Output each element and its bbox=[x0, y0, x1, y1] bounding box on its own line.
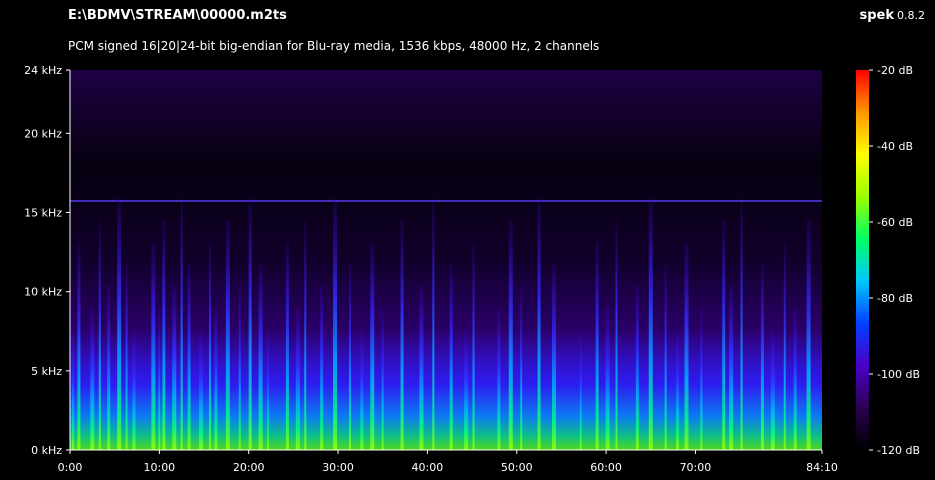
transient-spike bbox=[700, 308, 703, 450]
transient-spike bbox=[615, 220, 618, 450]
transient-spike bbox=[635, 286, 639, 450]
transient-spike bbox=[258, 264, 263, 450]
transient-spike bbox=[520, 286, 523, 450]
x-tick-label: 20:00 bbox=[233, 461, 265, 474]
transient-spike bbox=[508, 220, 513, 450]
transient-spike bbox=[740, 198, 743, 450]
transient-spike bbox=[172, 286, 177, 450]
transient-spike bbox=[449, 264, 453, 450]
transient-spike bbox=[90, 308, 95, 450]
colorbar bbox=[856, 70, 869, 450]
spectrogram-chart: 0:00 10:00 20:00 30:00 40:00 50:00 60:00 70:00 8… bbox=[24, 64, 920, 474]
transient-spike bbox=[238, 286, 241, 450]
transient-spike bbox=[595, 242, 599, 450]
transient-spike bbox=[551, 264, 556, 450]
transient-spike bbox=[158, 308, 161, 450]
transient-spike bbox=[472, 242, 475, 450]
transient-spike bbox=[214, 308, 218, 450]
transient-spike bbox=[199, 330, 204, 450]
transient-spike bbox=[248, 198, 252, 450]
y-tick-label: 24 kHz bbox=[24, 64, 62, 77]
transient-spike bbox=[579, 330, 582, 450]
transient-spike bbox=[304, 220, 307, 450]
y-tick-label: 20 kHz bbox=[24, 127, 62, 140]
transient-spike bbox=[162, 220, 166, 450]
colorbar-ticks: -20 dB -40 dB -60 dB -80 dB -100 dB -120 dB bbox=[869, 64, 920, 457]
colorbar-tick-label: -80 dB bbox=[877, 292, 913, 305]
transient-spike bbox=[180, 198, 183, 450]
transient-spike bbox=[605, 308, 610, 450]
transient-spike bbox=[98, 220, 101, 450]
transient-spike bbox=[806, 220, 811, 450]
y-tick-label: 15 kHz bbox=[24, 207, 62, 220]
transient-spike bbox=[320, 286, 324, 450]
transient-spike bbox=[285, 242, 289, 450]
y-axis-ticks: 0 kHz 5 kHz 10 kHz 15 kHz 20 kHz 24 kHz bbox=[24, 64, 70, 457]
transient-spike bbox=[71, 330, 74, 450]
x-tick-label: 10:00 bbox=[143, 461, 175, 474]
transient-spike bbox=[333, 198, 338, 450]
transient-spike bbox=[676, 330, 680, 450]
colorbar-tick-label: -60 dB bbox=[877, 216, 913, 229]
x-tick-label: 30:00 bbox=[322, 461, 354, 474]
transient-spike bbox=[760, 264, 764, 450]
transient-spike bbox=[664, 264, 667, 450]
transient-spike bbox=[225, 220, 230, 450]
transient-spike bbox=[722, 220, 726, 450]
transient-spike bbox=[497, 308, 501, 450]
transient-spike bbox=[684, 242, 689, 450]
transient-spike bbox=[267, 330, 270, 450]
x-tick-label: 84:10 bbox=[806, 461, 838, 474]
transient-spike bbox=[783, 242, 786, 450]
transient-spike bbox=[107, 286, 111, 450]
transient-spike bbox=[295, 308, 300, 450]
transient-spike bbox=[729, 286, 734, 450]
transient-spike bbox=[648, 198, 653, 450]
transient-spike bbox=[77, 242, 81, 450]
transient-spike bbox=[793, 308, 797, 450]
x-axis-ticks: 0:00 10:00 20:00 30:00 40:00 50:00 60:00 70:00 8… bbox=[58, 450, 838, 474]
transient-spike bbox=[400, 220, 404, 450]
transient-spike bbox=[770, 330, 775, 450]
colorbar-tick-label: -40 dB bbox=[877, 140, 913, 153]
colorbar-tick-label: -100 dB bbox=[877, 368, 920, 381]
transient-spike bbox=[125, 264, 128, 450]
transient-spike bbox=[132, 330, 136, 450]
transient-spike bbox=[360, 330, 364, 450]
y-tick-label: 0 kHz bbox=[31, 444, 62, 457]
colorbar-tick-label: -20 dB bbox=[877, 64, 913, 77]
transient-spike bbox=[370, 242, 375, 450]
transient-spike bbox=[419, 286, 424, 450]
y-tick-label: 10 kHz bbox=[24, 286, 62, 299]
transient-spike bbox=[381, 308, 384, 450]
transient-spike bbox=[208, 242, 211, 450]
x-tick-label: 60:00 bbox=[590, 461, 622, 474]
low-frequency-energy-band bbox=[70, 330, 822, 450]
transient-spike bbox=[464, 330, 469, 450]
x-tick-label: 0:00 bbox=[58, 461, 83, 474]
transient-spike bbox=[187, 264, 191, 450]
x-tick-label: 70:00 bbox=[680, 461, 712, 474]
transient-spike bbox=[151, 242, 156, 450]
x-tick-label: 50:00 bbox=[501, 461, 533, 474]
transient-spike bbox=[117, 198, 122, 450]
transient-spike bbox=[432, 198, 435, 450]
colorbar-tick-label: -120 dB bbox=[877, 444, 920, 457]
transient-spike bbox=[348, 264, 351, 450]
y-tick-label: 5 kHz bbox=[31, 365, 62, 378]
transient-spike bbox=[537, 198, 541, 450]
x-tick-label: 40:00 bbox=[412, 461, 444, 474]
